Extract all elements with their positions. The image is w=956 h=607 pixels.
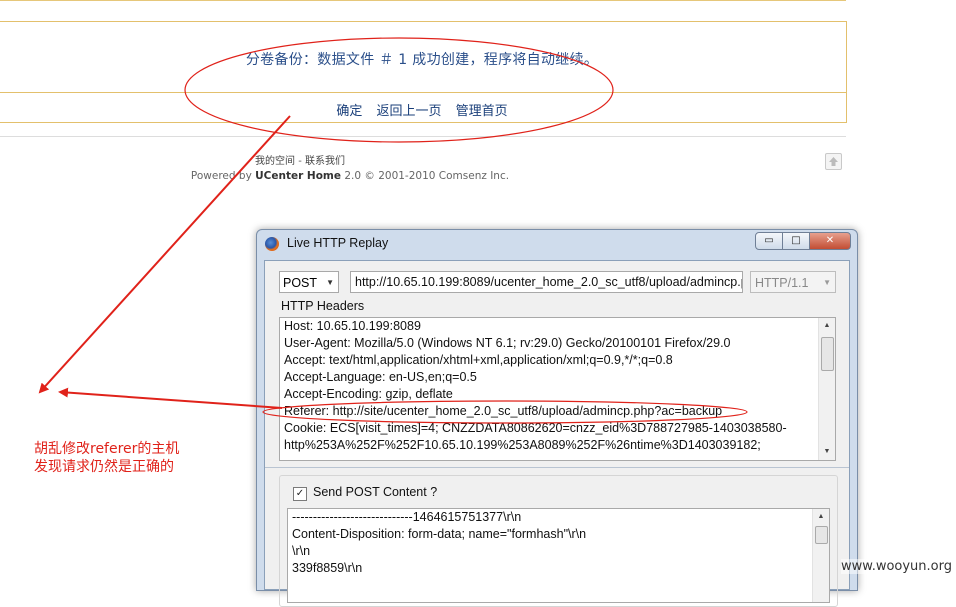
scroll-down-icon[interactable]: ▼ — [819, 445, 835, 459]
message-box: 分卷备份：数据文件 ＃ 1 成功创建，程序将自动继续。 确定 返回上一页 管理首… — [0, 21, 847, 123]
annotation-line-2: 发现请求仍然是正确的 — [34, 459, 174, 475]
powered-prefix: Powered by — [190, 170, 256, 182]
headers-scrollbar[interactable]: ▲ ▼ — [818, 318, 835, 460]
window-title: Live HTTP Replay — [287, 236, 389, 250]
http-headers-textarea[interactable]: Host: 10.65.10.199:8089 User-Agent: Mozi… — [279, 317, 836, 461]
chevron-down-icon: ▼ — [326, 278, 334, 287]
scroll-up-icon[interactable]: ▲ — [819, 319, 835, 333]
message-links: 确定 返回上一页 管理首页 — [0, 100, 846, 119]
post-line: -----------------------------14646157513… — [292, 510, 522, 524]
message-divider — [0, 92, 846, 93]
backup-status-message: 分卷备份：数据文件 ＃ 1 成功创建，程序将自动继续。 — [245, 52, 599, 68]
my-space-link[interactable]: 我的空间 — [255, 156, 295, 167]
post-line: \r\n — [292, 544, 311, 558]
window-titlebar[interactable]: Live HTTP Replay ▭ □ ✕ — [257, 230, 857, 258]
confirm-link[interactable]: 确定 — [336, 104, 362, 119]
contact-link[interactable]: 联系我们 — [305, 156, 345, 167]
referer-header-line: Referer: http://site/ucenter_home_2.0_sc… — [284, 404, 723, 418]
annotation-line-1: 胡乱修改referer的主机 — [34, 441, 180, 457]
window-controls: ▭ □ ✕ — [755, 232, 851, 250]
arrow-from-referer — [58, 387, 283, 409]
method-value: POST — [283, 276, 318, 290]
scroll-up-icon[interactable]: ▲ — [813, 510, 829, 524]
back-to-top-icon[interactable] — [825, 153, 842, 170]
method-select[interactable]: POST ▼ — [279, 271, 339, 293]
post-line: Content-Disposition: form-data; name="fo… — [292, 527, 587, 541]
headers-scroll-thumb[interactable] — [821, 337, 834, 371]
watermark: www.wooyun.org — [840, 559, 952, 574]
post-content-group: ✓ Send POST Content ? ------------------… — [279, 475, 838, 607]
top-border — [0, 0, 846, 1]
powered-product: UCenter Home — [255, 170, 341, 182]
header-line: http%253A%252F%252F10.65.10.199%253A8089… — [284, 438, 761, 452]
back-link[interactable]: 返回上一页 — [376, 104, 441, 119]
chevron-down-icon: ▼ — [823, 278, 831, 287]
footer-rule — [0, 136, 846, 137]
firefox-icon — [265, 237, 279, 251]
window-client-area: POST ▼ http://10.65.10.199:8089/ucenter_… — [264, 260, 850, 607]
section-separator — [265, 467, 849, 468]
close-button[interactable]: ✕ — [809, 232, 851, 250]
annotation-note: 胡乱修改referer的主机 发现请求仍然是正确的 — [34, 440, 179, 476]
protocol-select: HTTP/1.1 ▼ — [750, 271, 836, 293]
send-post-checkbox[interactable]: ✓ — [293, 487, 307, 501]
maximize-button[interactable]: □ — [782, 232, 810, 250]
minimize-button[interactable]: ▭ — [755, 232, 783, 250]
post-scrollbar[interactable]: ▲ — [812, 509, 829, 602]
url-input[interactable]: http://10.65.10.199:8089/ucenter_home_2.… — [350, 271, 743, 293]
http-headers-label: HTTP Headers — [281, 299, 365, 313]
header-line: Accept-Encoding: gzip, deflate — [284, 387, 453, 401]
header-line: Cookie: ECS[visit_times]=4; CNZZDATA8086… — [284, 421, 787, 435]
admin-home-link[interactable]: 管理首页 — [456, 104, 508, 119]
header-line: Host: 10.65.10.199:8089 — [284, 319, 421, 333]
footer-separator: - — [295, 156, 305, 167]
powered-suffix: 2.0 © 2001-2010 Comsenz Inc. — [341, 170, 510, 182]
send-post-label: Send POST Content ? — [313, 485, 438, 499]
post-content-textarea[interactable]: -----------------------------14646157513… — [287, 508, 830, 603]
header-line: Accept-Language: en-US,en;q=0.5 — [284, 370, 477, 384]
live-http-replay-window: Live HTTP Replay ▭ □ ✕ POST ▼ http://10.… — [256, 229, 858, 607]
header-line: User-Agent: Mozilla/5.0 (Windows NT 6.1;… — [284, 336, 731, 350]
post-scroll-thumb[interactable] — [815, 526, 828, 544]
footer-links: 我的空间 - 联系我们 — [0, 152, 600, 167]
protocol-value: HTTP/1.1 — [755, 276, 809, 290]
powered-by-text: Powered by UCenter Home 2.0 © 2001-2010 … — [0, 170, 700, 182]
post-line: 339f8859\r\n — [292, 561, 363, 575]
header-line: Accept: text/html,application/xhtml+xml,… — [284, 353, 673, 367]
